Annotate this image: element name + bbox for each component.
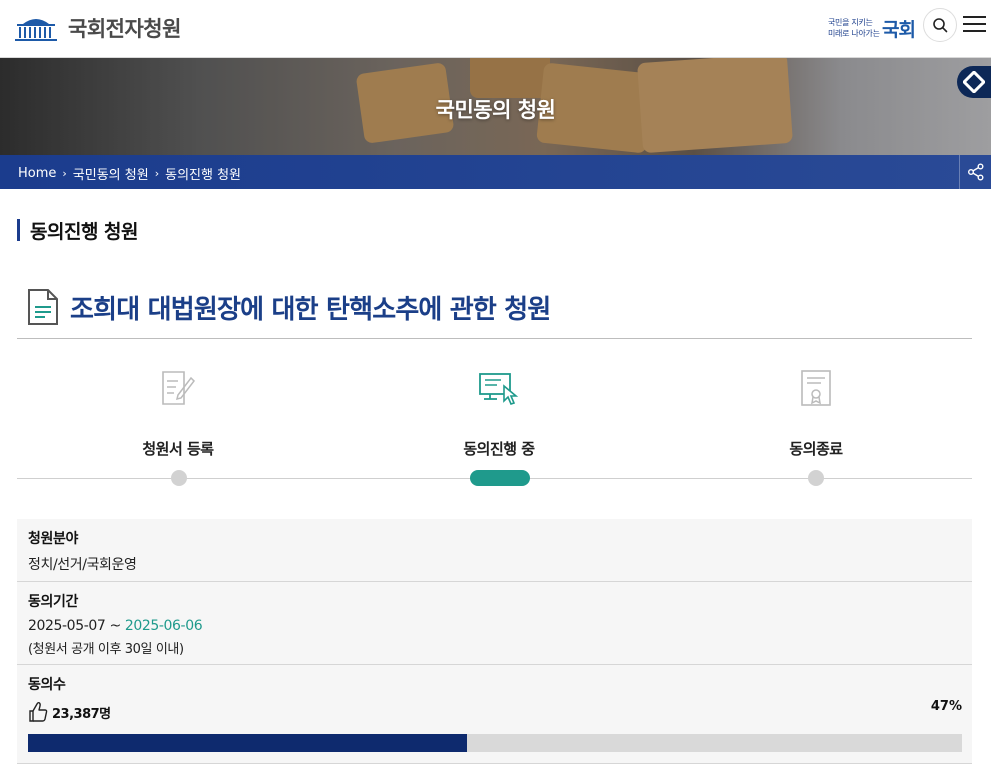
- step-active-indicator: [470, 470, 530, 486]
- certificate-icon: [801, 370, 831, 406]
- assembly-slogan-logo[interactable]: 국민을 지키는 미래로 나아가는 국회: [828, 15, 920, 41]
- document-edit-icon: [162, 371, 195, 405]
- quick-menu-button[interactable]: [957, 66, 991, 98]
- document-icon: [28, 289, 58, 325]
- divider: [17, 338, 972, 339]
- search-button[interactable]: [923, 8, 957, 42]
- step-label: 청원서 등록: [142, 440, 214, 458]
- slogan-big: 국회: [882, 19, 916, 41]
- step-registration: 청원서 등록: [18, 368, 338, 459]
- breadcrumb-petition[interactable]: 국민동의 청원: [73, 164, 149, 183]
- diamond-icon: [963, 71, 985, 93]
- hamburger-menu-icon[interactable]: [963, 16, 986, 34]
- slogan-line-1: 국민을 지키는: [828, 18, 873, 27]
- search-icon: [933, 18, 948, 33]
- petition-title-text: 조희대 대법원장에 대한 탄핵소추에 관한 청원: [70, 294, 551, 325]
- share-icon: [967, 163, 983, 181]
- info-row-period: 동의기간 2025-05-07 ~ 2025-06-06 (청원서 공개 이후 …: [17, 582, 972, 665]
- title-accent-bar: [17, 219, 20, 241]
- field-label: 청원분야: [28, 531, 78, 547]
- share-button[interactable]: [959, 155, 991, 189]
- info-row-field: 청원분야 정치/선거/국회운영: [17, 519, 972, 582]
- banner-title: 국민동의 청원: [435, 98, 556, 122]
- like-count-value: 23,387명: [52, 706, 111, 722]
- field-value: 정치/선거/국회운영: [28, 557, 137, 573]
- period-end: 2025-06-06: [124, 618, 203, 634]
- like-count: 23,387명: [28, 701, 111, 723]
- progress-percent: 47%: [930, 699, 962, 714]
- period-tilde: ~: [109, 618, 121, 634]
- site-header: 국회전자청원 국민을 지키는 미래로 나아가는 국회: [0, 0, 991, 58]
- breadcrumb-home[interactable]: Home: [18, 166, 56, 181]
- step-dot: [171, 470, 187, 486]
- step-closed: 동의종료: [656, 368, 976, 459]
- site-logo[interactable]: 국회전자청원: [13, 12, 181, 44]
- period-start: 2025-05-07: [28, 618, 106, 634]
- step-dot: [808, 470, 824, 486]
- progress-bar-fill: [28, 734, 467, 752]
- chevron-right-icon: ›: [62, 167, 67, 180]
- breadcrumb-bar: Home › 국민동의 청원 › 동의진행 청원: [0, 155, 991, 189]
- count-label: 동의수: [28, 677, 66, 693]
- step-label: 동의종료: [789, 440, 843, 458]
- petition-title: 조희대 대법원장에 대한 탄핵소추에 관한 청원: [26, 287, 551, 327]
- site-title: 국회전자청원: [68, 17, 181, 41]
- breadcrumb: Home › 국민동의 청원 › 동의진행 청원: [18, 164, 241, 183]
- slogan-line-2: 미래로 나아가는: [828, 29, 880, 38]
- thumbs-up-icon: [29, 701, 48, 722]
- section-title-text: 동의진행 청원: [30, 220, 139, 243]
- breadcrumb-current[interactable]: 동의진행 청원: [165, 164, 241, 183]
- section-title: 동의진행 청원: [17, 218, 139, 243]
- period-value: 2025-05-07 ~ 2025-06-06: [28, 618, 203, 634]
- step-label: 동의진행 중: [463, 440, 535, 458]
- chevron-right-icon: ›: [154, 167, 160, 180]
- progress-bar: [28, 734, 962, 752]
- step-in-progress: 동의진행 중: [339, 368, 659, 459]
- computer-click-icon: [479, 373, 519, 405]
- page-banner: 국민동의 청원: [0, 58, 991, 155]
- period-label: 동의기간: [28, 594, 78, 610]
- period-note: (청원서 공개 이후 30일 이내): [28, 642, 184, 657]
- assembly-building-icon: [15, 19, 57, 41]
- petition-info-panel: 청원분야 정치/선거/국회운영 동의기간 2025-05-07 ~ 2025-0…: [17, 519, 972, 764]
